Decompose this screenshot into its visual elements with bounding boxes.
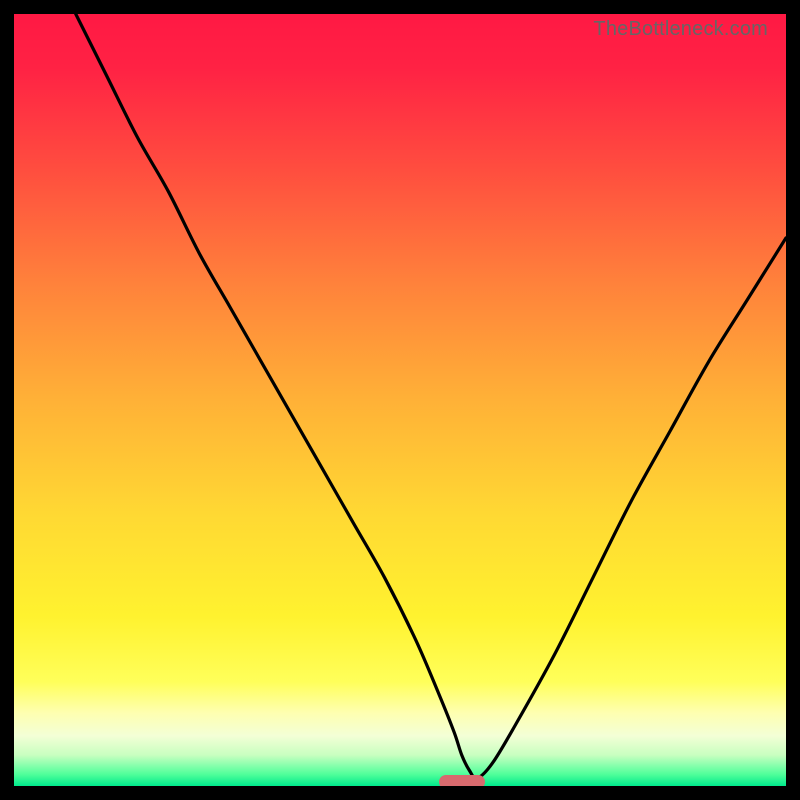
chart-frame: TheBottleneck.com	[0, 0, 800, 800]
watermark-text: TheBottleneck.com	[593, 18, 768, 41]
bottleneck-curve	[14, 14, 786, 786]
plot-area: TheBottleneck.com	[14, 14, 786, 786]
optimal-marker	[439, 775, 485, 786]
